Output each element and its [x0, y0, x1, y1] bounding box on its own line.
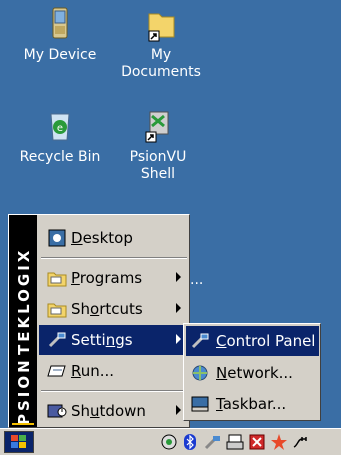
error-network-icon[interactable]	[248, 433, 266, 451]
desktop-icon-my-device[interactable]: My Device	[10, 4, 110, 64]
menu-item-label: Run...	[71, 362, 115, 380]
menu-item-label: Shutdown	[71, 402, 146, 420]
star-icon[interactable]	[270, 433, 288, 451]
start-menu-item-shutdown[interactable]: Shutdown	[39, 396, 189, 426]
shortcuts-folder-icon	[47, 303, 67, 318]
submenu-item-taskbar[interactable]: Taskbar...	[186, 389, 319, 419]
submenu-item-label: Network...	[216, 364, 293, 382]
menu-item-label: Programs	[71, 269, 143, 287]
recycle-bin-icon: e	[50, 113, 70, 141]
submenu-item-control-panel[interactable]: Control Panel	[186, 326, 319, 356]
menu-separator	[41, 257, 187, 259]
network-icon	[192, 365, 208, 381]
start-menu-item-desktop[interactable]: Desktop	[39, 223, 189, 253]
psionvu-shell-icon	[145, 111, 169, 143]
submenu-item-label: Control Panel	[216, 332, 316, 350]
start-menu-item-settings[interactable]: Settings	[39, 325, 189, 355]
shutdown-icon	[47, 404, 67, 418]
settings-icon	[48, 332, 66, 348]
desktop-icon-label: PsionVU Shell	[129, 149, 187, 182]
menu-separator	[41, 390, 187, 392]
run-icon	[47, 365, 66, 377]
control-panel-icon	[191, 333, 209, 349]
start-menu-item-shortcuts[interactable]: Shortcuts	[39, 294, 189, 324]
start-button[interactable]	[4, 431, 34, 453]
brand-teklogix-text: TEKLOGIX	[15, 247, 33, 355]
system-tray	[160, 431, 314, 453]
desktop-icon-label: My Device	[23, 47, 97, 63]
desktop-icon-psionvu-shell[interactable]: PsionVU Shell	[108, 106, 208, 183]
taskbar-settings-icon	[191, 396, 209, 412]
pda-device-icon	[52, 7, 68, 39]
desktop-icon-my-documents[interactable]: My Documents	[111, 4, 211, 81]
menu-item-label: Settings	[71, 331, 133, 349]
submenu-arrow-icon	[176, 334, 181, 344]
brand-accent-bar	[12, 423, 34, 425]
start-menu: TEKLOGIX PSION Desktop Programs Shortcut…	[8, 214, 190, 428]
bluetooth-icon[interactable]	[182, 433, 200, 451]
windows-logo-icon	[11, 435, 26, 448]
submenu-arrow-icon	[176, 272, 181, 282]
taskbar	[0, 428, 341, 455]
printer-icon[interactable]	[226, 433, 244, 451]
settings-submenu: Control Panel Network... Taskbar...	[183, 323, 321, 421]
submenu-item-network[interactable]: Network...	[186, 358, 319, 388]
psion-teklogix-brand-strip: TEKLOGIX PSION	[9, 215, 37, 427]
power-cable-icon[interactable]	[292, 433, 310, 451]
submenu-arrow-icon	[176, 303, 181, 313]
submenu-item-label: Taskbar...	[216, 395, 287, 413]
start-menu-item-programs[interactable]: Programs	[39, 263, 189, 293]
start-menu-item-run[interactable]: Run...	[39, 356, 189, 386]
programs-folder-icon	[47, 272, 67, 287]
menu-item-label: Shortcuts	[71, 300, 143, 318]
desktop-icon-label: My Documents	[121, 47, 201, 80]
partial-desktop-label: ...	[190, 272, 204, 288]
desktop-icon-label: Recycle Bin	[19, 149, 101, 165]
folder-shortcut-icon	[148, 13, 175, 42]
sync-icon[interactable]	[160, 433, 178, 451]
brand-psion-text: PSION	[15, 357, 33, 425]
menu-item-label: Desktop	[71, 229, 133, 247]
submenu-arrow-icon	[176, 405, 181, 415]
desktop-icon	[48, 229, 66, 247]
desktop-icon-recycle-bin[interactable]: e Recycle Bin	[10, 106, 110, 166]
settings-tray-icon[interactable]	[204, 433, 222, 451]
svg-text:e: e	[57, 123, 63, 134]
